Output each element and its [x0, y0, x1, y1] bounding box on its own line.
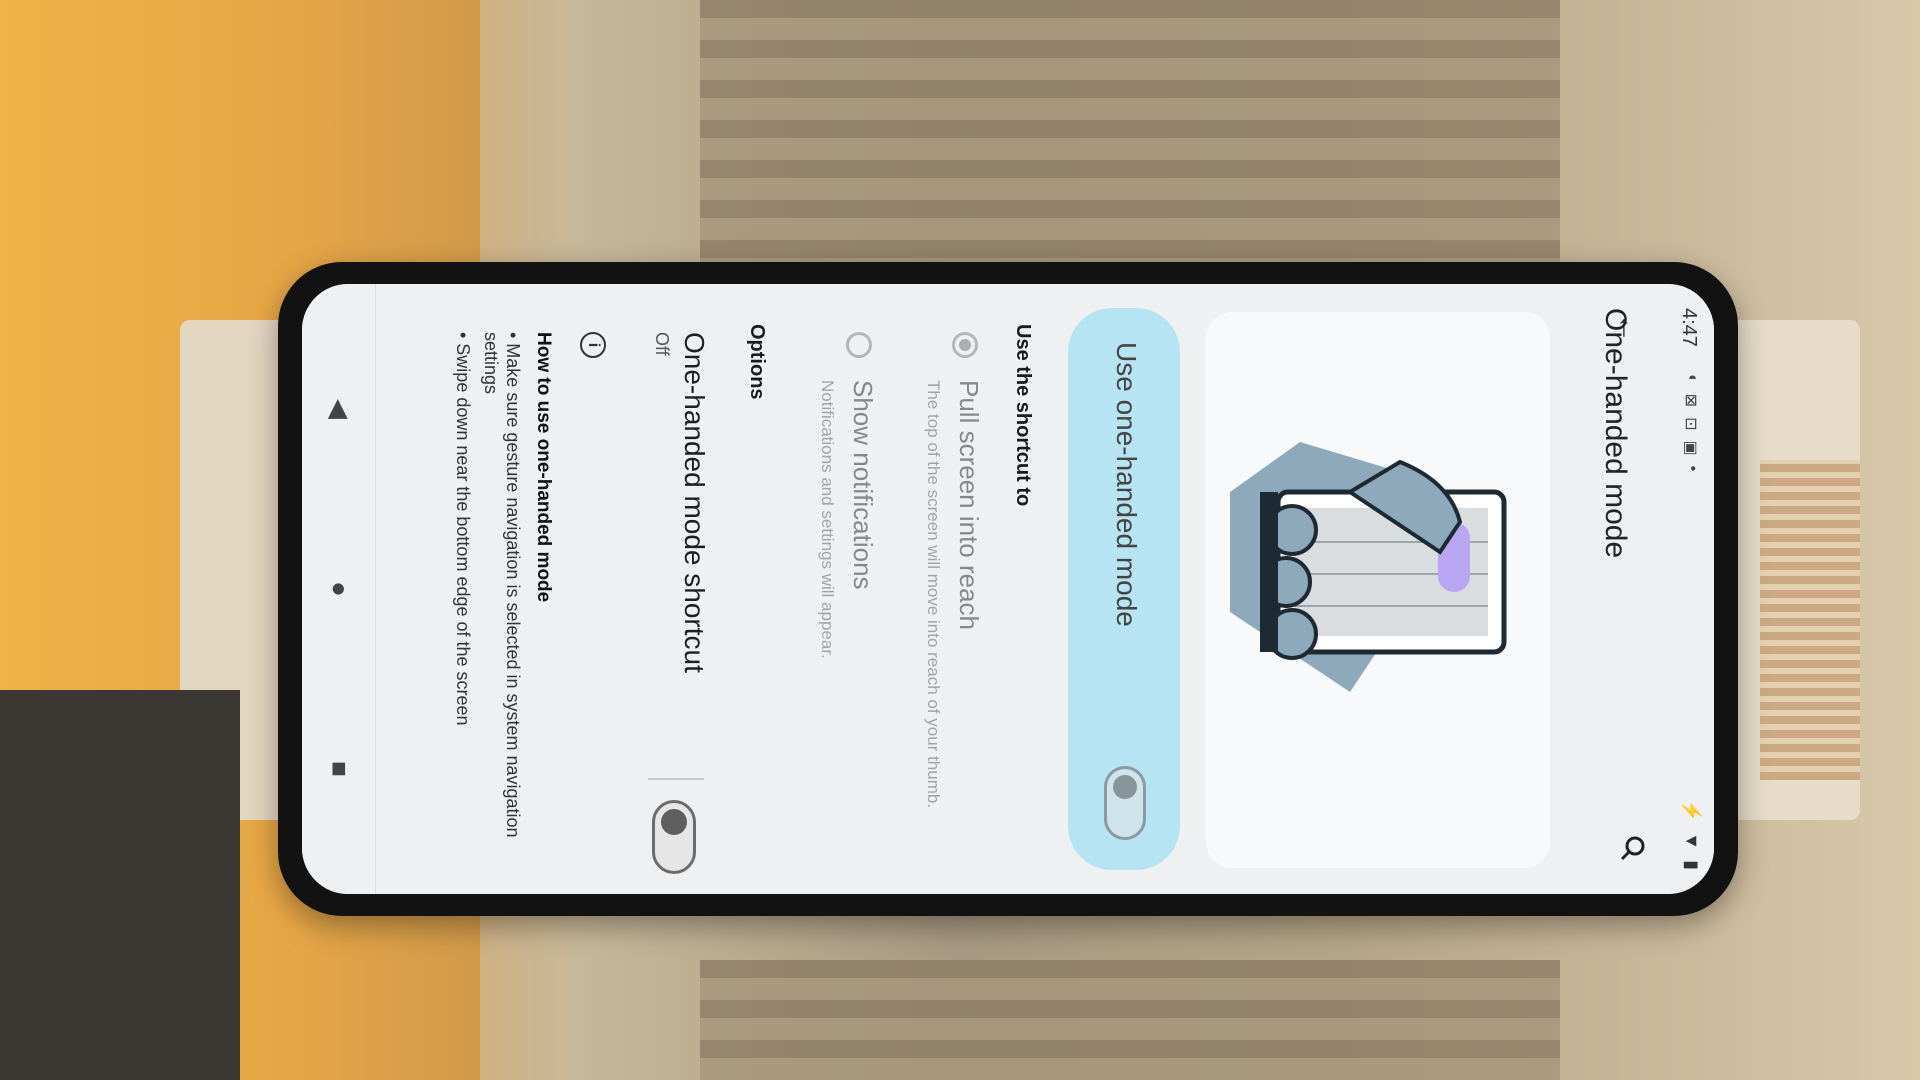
use-one-handed-mode-label: Use one-handed mode	[1111, 342, 1142, 627]
wifi-icon: ▼	[1682, 832, 1702, 851]
back-triangle-icon[interactable]: ◀	[325, 394, 355, 424]
option-pull-screen[interactable]: Pull screen into reach The top of the sc…	[864, 308, 984, 878]
status-time: 4:47	[1678, 308, 1700, 347]
option-subtitle: Notifications and settings will appear.	[818, 380, 837, 659]
recents-square-icon[interactable]: ■	[325, 754, 355, 784]
phone-screen: 4:47 ◐ ⊠ ⊡ ▣ • ⚡ ▼ ▮ ← One-handed mode U…	[302, 284, 1714, 894]
options-section-header: Options	[746, 324, 768, 400]
howto-item: • Make sure gesture navigation is select…	[481, 332, 523, 838]
notification-icons: ◐ ⊠ ⊡ ▣ •	[1681, 374, 1701, 471]
option-subtitle: The top of the screen will move into rea…	[924, 380, 943, 809]
settings-screen: 4:47 ◐ ⊠ ⊡ ▣ • ⚡ ▼ ▮ ← One-handed mode U…	[302, 284, 1714, 894]
radio-show-notifications[interactable]	[846, 332, 872, 358]
option-title: Pull screen into reach	[954, 380, 984, 631]
shortcut-toggle-switch[interactable]	[652, 800, 696, 874]
system-status-icons: ⚡ ▼ ▮	[1681, 800, 1702, 870]
more-dot-icon: •	[1684, 465, 1701, 472]
shortcut-title: One-handed mode shortcut	[679, 332, 710, 673]
calendar-notification-icon: ▣	[1682, 440, 1699, 456]
circle-notification-icon: ◐	[1684, 374, 1701, 384]
search-icon[interactable]	[1604, 824, 1652, 872]
battery-icon: ▮	[1682, 860, 1702, 870]
shortcut-section-header: Use the shortcut to	[1012, 324, 1034, 507]
battery-saver-icon: ⚡	[1682, 799, 1702, 823]
background-box	[0, 690, 240, 1080]
navigation-bar: ◀ ● ■	[302, 284, 376, 894]
page-title: One-handed mode	[1599, 308, 1632, 559]
background-shelf-top	[700, 0, 1560, 270]
phone-body: 4:47 ◐ ⊠ ⊡ ▣ • ⚡ ▼ ▮ ← One-handed mode U…	[278, 262, 1738, 916]
divider	[648, 778, 704, 780]
option-show-notifications[interactable]: Show notifications Notifications and set…	[758, 308, 878, 878]
main-toggle-switch[interactable]	[1104, 766, 1146, 840]
one-handed-shortcut-row[interactable]: One-handed mode shortcut Off	[620, 308, 710, 878]
lock-notification-icon: ⊡	[1682, 417, 1699, 431]
home-circle-icon[interactable]: ●	[325, 574, 355, 604]
status-bar: 4:47 ◐ ⊠ ⊡ ▣ • ⚡ ▼ ▮	[1666, 284, 1714, 894]
one-handed-illustration	[1206, 312, 1550, 868]
shortcut-status: Off	[652, 332, 672, 356]
howto-title: How to use one-handed mode	[533, 332, 554, 603]
app-notification-icon: ⊠	[1682, 393, 1699, 408]
background-shelf-bottom	[700, 960, 1560, 1080]
option-title: Show notifications	[848, 380, 878, 590]
background-sticker	[1760, 460, 1860, 780]
use-one-handed-mode-toggle[interactable]: Use one-handed mode	[1068, 308, 1180, 870]
howto-item: • Swipe down near the bottom edge of the…	[453, 332, 473, 726]
radio-pull-screen[interactable]	[952, 332, 978, 358]
info-icon: i	[580, 332, 606, 358]
